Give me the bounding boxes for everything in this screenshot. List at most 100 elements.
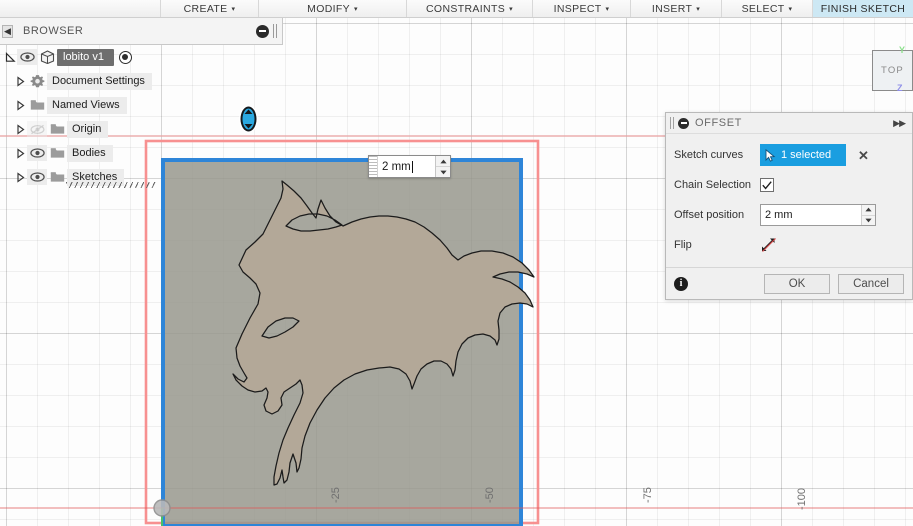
- offset-dialog[interactable]: OFFSET ▶▶ Sketch curves 1 selected ✕ Cha…: [665, 112, 913, 300]
- menu-insert[interactable]: INSERT ▾: [631, 0, 722, 17]
- panel-resize-grip[interactable]: [273, 24, 279, 38]
- dialog-drag-grip[interactable]: [670, 117, 675, 129]
- view-cube[interactable]: TOP Y Z: [867, 45, 913, 93]
- sketch-underline-hatch: [66, 182, 156, 188]
- visibility-eye-hidden-icon[interactable]: [27, 121, 47, 137]
- axis-tick-label: -50: [484, 487, 496, 503]
- browser-panel-header: ◀ BROWSER: [0, 18, 283, 45]
- chevron-down-icon: ▾: [509, 6, 513, 13]
- menu-select[interactable]: SELECT ▾: [722, 0, 813, 17]
- body-cube-icon: [37, 49, 57, 65]
- dimension-value-field[interactable]: 2 mm: [378, 156, 435, 177]
- chain-selection-label: Chain Selection: [674, 179, 752, 191]
- cancel-button[interactable]: Cancel: [838, 273, 904, 294]
- menu-inspect[interactable]: INSPECT ▾: [533, 0, 631, 17]
- text-caret: [411, 160, 413, 173]
- menu-create-label: CREATE: [183, 2, 228, 15]
- stepper-down-icon[interactable]: [862, 216, 875, 226]
- field-row-flip: Flip: [666, 230, 912, 260]
- dialog-collapse-icon[interactable]: [678, 117, 689, 129]
- expand-arrow-icon[interactable]: [14, 99, 27, 112]
- tree-item-lobito[interactable]: lobito v1: [0, 45, 283, 69]
- menu-constraints-label: CONSTRAINTS: [426, 2, 506, 15]
- field-row-chain-selection: Chain Selection: [666, 170, 912, 200]
- tree-item-label: Origin: [67, 120, 109, 138]
- clear-selection-icon[interactable]: ✕: [858, 149, 869, 162]
- offset-position-label: Offset position: [674, 209, 745, 221]
- axis-tick-label: -25: [330, 487, 342, 503]
- sketch-curves-value: 1 selected: [781, 149, 832, 161]
- toolbar-left-spacer: [0, 0, 161, 17]
- field-row-sketch-curves: Sketch curves 1 selected ✕: [666, 140, 912, 170]
- tree-item-sketches[interactable]: Sketches: [0, 165, 283, 189]
- chevron-down-icon: ▾: [696, 6, 701, 13]
- finish-sketch-button[interactable]: FINISH SKETCH: [813, 0, 913, 17]
- flip-icon[interactable]: [760, 236, 782, 254]
- menu-create[interactable]: CREATE ▾: [161, 0, 259, 17]
- offset-dialog-titlebar[interactable]: OFFSET ▶▶: [666, 113, 912, 134]
- tree-item-label: Document Settings: [47, 72, 152, 90]
- chevron-down-icon: ▾: [605, 6, 610, 13]
- offset-dialog-body: Sketch curves 1 selected ✕ Chain Selecti…: [666, 134, 912, 267]
- folder-icon: [47, 169, 67, 185]
- info-icon[interactable]: i: [674, 276, 688, 291]
- sketch-curves-selection-button[interactable]: 1 selected: [760, 144, 846, 166]
- chevron-down-icon: ▾: [231, 6, 236, 13]
- gear-icon: [27, 73, 47, 89]
- dimension-grip[interactable]: [369, 156, 378, 177]
- folder-icon: [47, 121, 67, 137]
- expand-arrow-icon[interactable]: [14, 75, 27, 88]
- visibility-eye-icon[interactable]: [27, 145, 47, 161]
- dimension-value-text: 2 mm: [382, 160, 411, 173]
- cursor-arrow-icon: [765, 148, 776, 162]
- sketch-curves-label: Sketch curves: [674, 149, 744, 161]
- stepper-up-icon[interactable]: [862, 205, 875, 216]
- menu-constraints[interactable]: CONSTRAINTS ▾: [407, 0, 533, 17]
- collapse-panel-icon[interactable]: ◀: [2, 24, 13, 38]
- tree-item-label: lobito v1: [57, 48, 114, 66]
- tree-item-label: Named Views: [47, 96, 127, 114]
- field-row-offset-position: Offset position 2 mm: [666, 200, 912, 230]
- offset-drag-handle[interactable]: [238, 104, 259, 134]
- chevron-down-icon: ▾: [354, 6, 358, 13]
- browser-panel-title: BROWSER: [23, 25, 84, 37]
- offset-dialog-title: OFFSET: [695, 117, 742, 129]
- minimize-icon[interactable]: [256, 24, 269, 38]
- stepper-up-icon[interactable]: [436, 156, 450, 167]
- folder-icon: [47, 145, 67, 161]
- visibility-eye-icon[interactable]: [27, 169, 47, 185]
- offset-dialog-footer: i OK Cancel: [666, 267, 912, 299]
- menu-insert-label: INSERT: [651, 2, 693, 15]
- chain-selection-checkbox[interactable]: [760, 178, 774, 192]
- expand-arrow-icon[interactable]: [14, 147, 27, 160]
- dimension-stepper[interactable]: [435, 156, 450, 177]
- stepper-down-icon[interactable]: [436, 167, 450, 177]
- view-cube-face-top[interactable]: TOP: [872, 50, 913, 91]
- dimension-input-box[interactable]: 2 mm: [368, 155, 451, 178]
- menu-inspect-label: INSPECT: [553, 2, 602, 15]
- tree-item-label: Bodies: [67, 144, 113, 162]
- axis-tick-label: -75: [642, 487, 654, 503]
- visibility-eye-icon[interactable]: [17, 49, 37, 65]
- folder-icon: [27, 97, 47, 113]
- menu-modify[interactable]: MODIFY ▾: [259, 0, 407, 17]
- axis-tick-label: -100: [796, 487, 808, 510]
- sketch-toolbar: CREATE ▾ MODIFY ▾ CONSTRAINTS ▾ INSPECT …: [0, 0, 913, 18]
- tree-item-bodies[interactable]: Bodies: [0, 141, 283, 165]
- menu-modify-label: MODIFY: [307, 2, 351, 15]
- flip-label: Flip: [674, 239, 692, 251]
- offset-position-stepper[interactable]: [861, 205, 875, 225]
- offset-position-input[interactable]: 2 mm: [760, 204, 876, 226]
- expand-arrow-icon[interactable]: [14, 123, 27, 136]
- dialog-expand-icon[interactable]: ▶▶: [893, 118, 908, 129]
- expand-arrow-icon[interactable]: [4, 51, 17, 64]
- axis-label-y: Y: [899, 45, 906, 55]
- tree-item-document-settings[interactable]: Document Settings: [0, 69, 283, 93]
- offset-position-value: 2 mm: [765, 209, 793, 221]
- chevron-down-icon: ▾: [788, 6, 793, 13]
- menu-select-label: SELECT: [741, 2, 785, 15]
- activate-radio-icon[interactable]: [118, 50, 132, 64]
- axis-label-z: Z: [897, 83, 903, 93]
- ok-button[interactable]: OK: [764, 273, 830, 294]
- expand-arrow-icon[interactable]: [14, 171, 27, 184]
